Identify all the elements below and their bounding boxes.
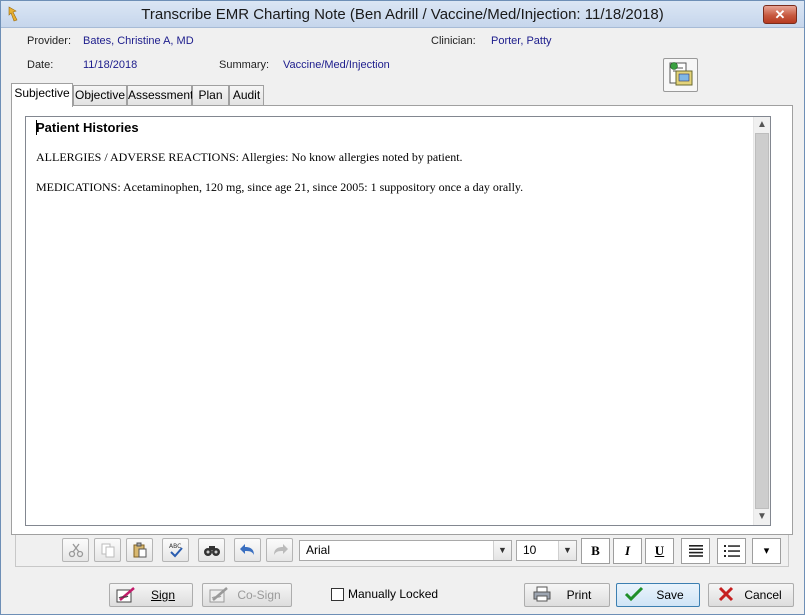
patient-chart-icon[interactable] (663, 58, 698, 92)
cosign-icon (209, 586, 231, 604)
clinician-label: Clinician: (431, 35, 476, 47)
copy-icon[interactable] (94, 538, 121, 562)
date-value: 11/18/2018 (83, 59, 138, 71)
save-button[interactable]: Save (616, 583, 700, 607)
provider-value: Bates, Christine A, MD (83, 35, 194, 47)
tab-plan[interactable]: Plan (192, 85, 229, 106)
underline-button[interactable]: U (645, 538, 674, 564)
summary-value: Vaccine/Med/Injection (283, 59, 390, 71)
checkmark-icon (623, 586, 645, 604)
paste-icon[interactable] (126, 538, 153, 562)
printer-icon (531, 586, 553, 604)
redo-icon[interactable] (266, 538, 293, 562)
chevron-down-icon[interactable]: ▼ (493, 541, 511, 560)
sign-icon (116, 586, 138, 604)
summary-label: Summary: (219, 59, 270, 71)
font-size-value: 10 (523, 543, 537, 557)
tab-objective[interactable]: Objective (73, 85, 127, 106)
clinician-value: Porter, Patty (491, 35, 552, 47)
note-editor[interactable]: Patient Histories ALLERGIES / ADVERSE RE… (25, 116, 771, 526)
cancel-x-icon (715, 586, 737, 604)
medications-line: MEDICATIONS: Acetaminophen, 120 mg, sinc… (36, 180, 524, 194)
print-button[interactable]: Print (524, 583, 610, 607)
window-title: Transcribe EMR Charting Note (Ben Adrill… (141, 6, 664, 23)
undo-icon[interactable] (234, 538, 261, 562)
find-icon[interactable] (198, 538, 225, 562)
font-name-value: Arial (306, 543, 331, 557)
subjective-panel: Patient Histories ALLERGIES / ADVERSE RE… (11, 105, 793, 535)
tab-assessment[interactable]: Assessment (127, 85, 193, 106)
scroll-up-icon[interactable]: ▲ (754, 117, 770, 133)
cancel-button[interactable]: Cancel (708, 583, 794, 607)
date-label: Date: (27, 59, 54, 71)
scroll-down-icon[interactable]: ▼ (754, 509, 770, 525)
manually-locked-checkbox[interactable] (331, 588, 344, 601)
provider-label: Provider: (27, 35, 72, 47)
close-button[interactable]: ✕ (763, 5, 797, 24)
tab-audit[interactable]: Audit (229, 85, 264, 106)
format-toolbar: ABC Arial ▼ 10 ▼ B I U ▾ (15, 535, 789, 567)
cancel-label: Cancel (744, 588, 782, 602)
bold-button[interactable]: B (581, 538, 610, 564)
bullet-list-icon[interactable] (717, 538, 746, 564)
sign-label: Sign (150, 588, 176, 602)
print-label: Print (566, 588, 592, 602)
tab-subjective[interactable]: Subjective (11, 83, 73, 107)
font-size-select[interactable]: 10 ▼ (516, 540, 577, 561)
editor-scrollbar[interactable]: ▲ ▼ (753, 117, 770, 525)
align-icon[interactable] (681, 538, 710, 564)
spellcheck-icon[interactable]: ABC (162, 538, 189, 562)
manually-locked-label: Manually Locked (348, 587, 439, 601)
svg-text:ABC: ABC (169, 543, 181, 550)
save-label: Save (656, 588, 684, 602)
scroll-thumb[interactable] (755, 133, 769, 509)
title-bar[interactable]: Transcribe EMR Charting Note (Ben Adrill… (1, 1, 804, 28)
emr-note-window: Transcribe EMR Charting Note (Ben Adrill… (0, 0, 805, 615)
chevron-down-icon[interactable]: ▼ (558, 541, 576, 560)
cosign-button[interactable]: Co-Sign (202, 583, 292, 607)
font-name-select[interactable]: Arial ▼ (299, 540, 512, 561)
more-icon[interactable]: ▾ (752, 538, 781, 564)
cut-icon[interactable] (62, 538, 89, 562)
italic-button[interactable]: I (613, 538, 642, 564)
sign-button[interactable]: Sign (109, 583, 193, 607)
allergies-line: ALLERGIES / ADVERSE REACTIONS: Allergies… (36, 150, 463, 164)
cosign-label: Co-Sign (237, 588, 281, 602)
editor-heading: Patient Histories (36, 120, 139, 135)
